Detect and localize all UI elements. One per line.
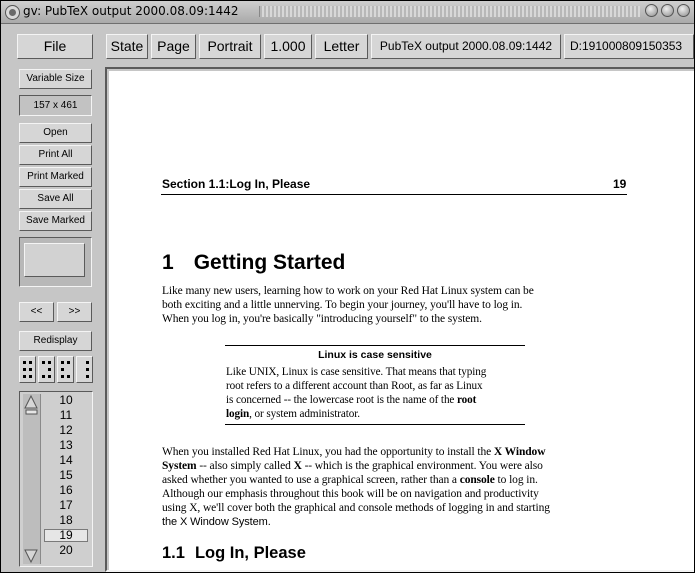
note-top-rule [225, 345, 525, 346]
print-marked-button[interactable]: Print Marked [19, 167, 92, 187]
size-readout: 157 x 461 [19, 95, 92, 116]
chapter-heading: 1 Getting Started [162, 251, 345, 275]
toggle-odd-pages-icon[interactable] [19, 356, 36, 383]
close-icon[interactable] [677, 4, 690, 17]
page-menu-button[interactable]: Page [151, 34, 196, 59]
gv-window: gv: PubTeX output 2000.08.09:1442 File S… [0, 0, 695, 573]
orientation-menu-button[interactable]: Portrait [199, 34, 261, 59]
section-number: 1.1 [162, 544, 185, 562]
document-title-field: PubTeX output 2000.08.09:1442 [371, 34, 561, 59]
panner-area[interactable] [19, 237, 92, 287]
page-list-scrollbar[interactable] [23, 394, 41, 564]
window-title: gv: PubTeX output 2000.08.09:1442 [23, 4, 239, 18]
intro-paragraph: Like many new users, learning how to wor… [162, 285, 534, 325]
section-heading: 1.1 Log In, Please [162, 544, 306, 563]
page-list-item[interactable]: 18 [44, 514, 88, 527]
header-rule [161, 194, 627, 195]
state-menu-button[interactable]: State [106, 34, 148, 59]
chapter-title: Getting Started [193, 251, 346, 274]
variable-size-button[interactable]: Variable Size [19, 69, 92, 89]
title-bar: gv: PubTeX output 2000.08.09:1442 [1, 1, 694, 24]
document-page: Section 1.1:Log In, Please 19 1 Getting S… [109, 71, 694, 570]
page-list-item[interactable]: 12 [44, 424, 88, 437]
media-menu-button[interactable]: Letter [315, 34, 368, 59]
note-body: Like UNIX, Linux is case sensitive. That… [226, 366, 487, 420]
note-bottom-rule [225, 424, 525, 425]
install-paragraph: When you installed Red Hat Linux, you ha… [162, 446, 550, 528]
page-number: 19 [613, 177, 627, 191]
next-page-button[interactable]: >> [57, 302, 92, 322]
save-marked-button[interactable]: Save Marked [19, 211, 92, 231]
running-head: Section 1.1:Log In, Please [162, 177, 311, 191]
toggle-even-pages-icon[interactable] [38, 356, 55, 383]
window-menu-icon[interactable] [5, 5, 20, 20]
page-list-item[interactable]: 16 [44, 484, 88, 497]
print-all-button[interactable]: Print All [19, 145, 92, 165]
redisplay-button[interactable]: Redisplay [19, 331, 92, 351]
page-viewport[interactable]: Section 1.1:Log In, Please 19 1 Getting S… [105, 67, 694, 572]
unmark-all-icon[interactable] [76, 356, 93, 383]
note-title: Linux is case sensitive [318, 349, 432, 361]
page-list-item[interactable]: 17 [44, 499, 88, 512]
page-list-item[interactable]: 10 [44, 394, 88, 407]
open-button[interactable]: Open [19, 123, 92, 143]
date-field: D:191000809150353 [564, 34, 694, 59]
page-list[interactable]: 10 11 12 13 14 15 16 17 18 19 20 [19, 391, 93, 567]
minimize-icon[interactable] [645, 4, 658, 17]
scale-menu-button[interactable]: 1.000 [264, 34, 312, 59]
maximize-icon[interactable] [661, 4, 674, 17]
page-list-item[interactable]: 14 [44, 454, 88, 467]
file-menu-button[interactable]: File [17, 34, 93, 59]
save-all-button[interactable]: Save All [19, 189, 92, 209]
previous-page-button[interactable]: << [19, 302, 54, 322]
page-list-item[interactable]: 13 [44, 439, 88, 452]
page-list-item[interactable]: 11 [44, 409, 88, 422]
chapter-number: 1 [162, 251, 174, 274]
toggle-current-page-icon[interactable] [57, 356, 74, 383]
page-list-item[interactable]: 20 [44, 544, 88, 557]
panner-thumb[interactable] [24, 243, 85, 277]
title-bar-drag-area[interactable] [259, 6, 640, 17]
section-title: Log In, Please [194, 544, 306, 562]
page-list-item[interactable]: 15 [44, 469, 88, 482]
page-list-item-current[interactable]: 19 [44, 529, 88, 542]
